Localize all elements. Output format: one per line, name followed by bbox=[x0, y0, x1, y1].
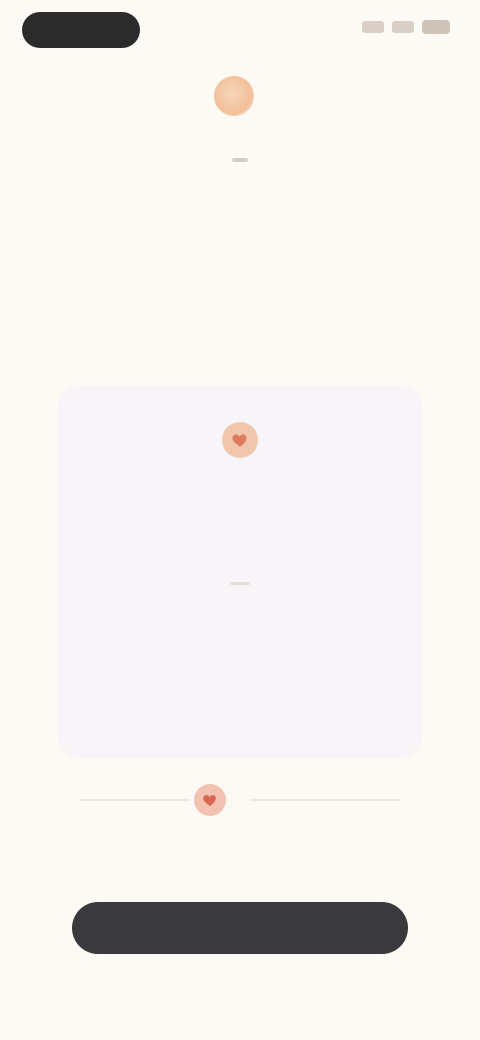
brand-logo-icon bbox=[214, 76, 254, 116]
signal-icon bbox=[362, 21, 384, 33]
info-card bbox=[58, 386, 422, 758]
brand-header bbox=[0, 76, 480, 116]
heart-icon-shape bbox=[203, 795, 216, 806]
wifi-icon bbox=[392, 21, 414, 33]
heart-icon bbox=[222, 422, 258, 458]
battery-icon bbox=[422, 20, 450, 34]
heart-icon-shape bbox=[232, 434, 247, 447]
status-time bbox=[22, 12, 140, 48]
status-icons bbox=[362, 20, 450, 34]
status-bar bbox=[0, 0, 480, 64]
divider-line-right bbox=[250, 799, 400, 801]
card-divider bbox=[230, 582, 250, 585]
section-divider bbox=[80, 782, 400, 818]
step-indicator bbox=[232, 158, 248, 162]
onboarding-screen bbox=[0, 0, 480, 1040]
divider-line-left bbox=[80, 799, 190, 801]
continue-button[interactable] bbox=[72, 902, 408, 954]
heart-icon bbox=[194, 784, 226, 816]
